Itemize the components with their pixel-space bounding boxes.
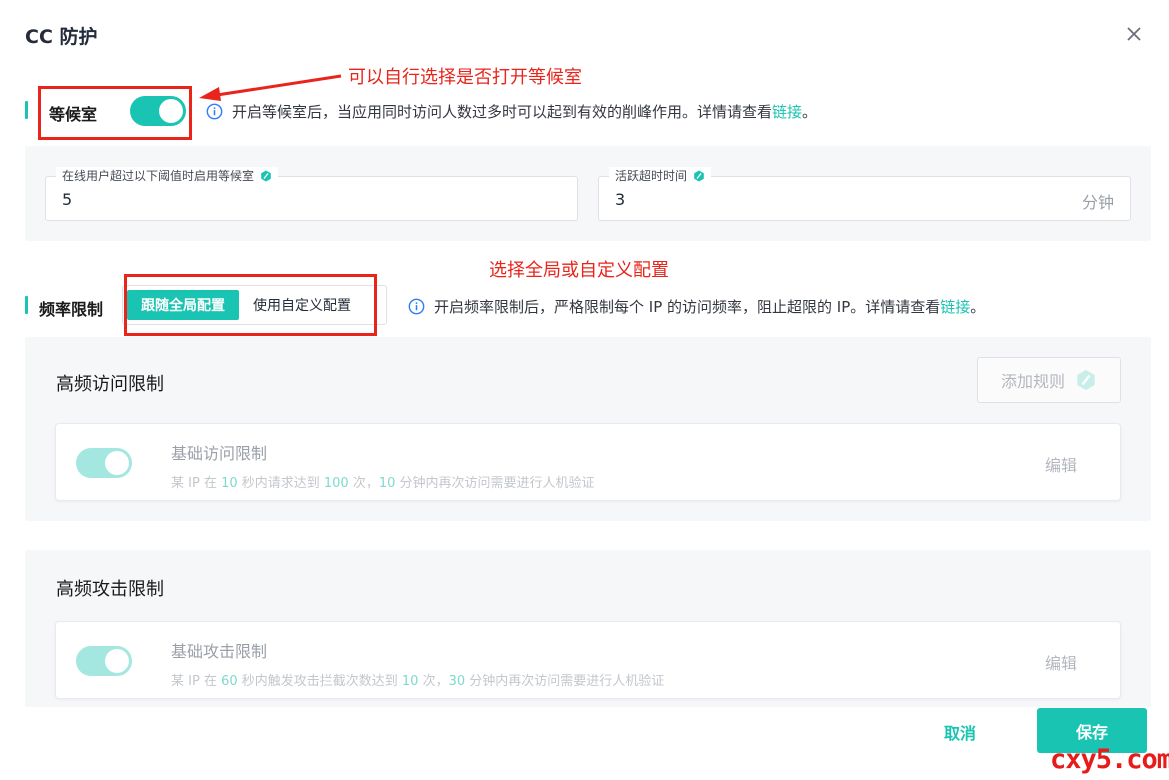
threshold-input[interactable]: 在线用户超过以下阈值时启用等候室 5 xyxy=(45,167,578,221)
waiting-room-panel: 在线用户超过以下阈值时启用等候室 5 活跃超时时间 3 分钟 xyxy=(25,146,1151,241)
attack-rule-name: 基础攻击限制 xyxy=(171,642,268,661)
rate-limit-label: 频率限制 xyxy=(39,300,104,319)
desc-text: 次， xyxy=(348,476,379,491)
info-icon xyxy=(206,103,223,120)
close-icon[interactable] xyxy=(1124,24,1144,44)
annotation-note-1: 可以自行选择是否打开等候室 xyxy=(348,67,582,88)
annotation-note-2: 选择全局或自定义配置 xyxy=(489,260,669,281)
desc-number: 10 xyxy=(221,476,238,491)
access-rule-name: 基础访问限制 xyxy=(171,444,268,463)
desc-number: 60 xyxy=(221,674,238,689)
high-freq-access-panel: 高频访问限制 添加规则 基础访问限制 某 IP 在 10 秒内请求达到 100 … xyxy=(25,337,1151,521)
threshold-field-label: 在线用户超过以下阈值时启用等候室 xyxy=(56,167,279,184)
cancel-button[interactable]: 取消 xyxy=(944,720,976,744)
details-link[interactable]: 链接 xyxy=(772,101,802,122)
info-text: 开启频率限制后，严格限制每个 IP 的访问频率，阻止超限的 IP。详情请查看 xyxy=(434,298,941,316)
timeout-input[interactable]: 活跃超时时间 3 分钟 xyxy=(598,167,1131,221)
desc-text: 次， xyxy=(418,674,449,689)
threshold-label-text: 在线用户超过以下阈值时启用等候室 xyxy=(62,169,255,183)
desc-text: 分钟内再次访问需要进行人机验证 xyxy=(465,674,665,689)
attack-rule-toggle[interactable] xyxy=(76,646,132,676)
desc-number: 10 xyxy=(378,476,396,491)
desc-text: 秒内请求达到 xyxy=(237,476,324,491)
desc-number: 10 xyxy=(401,674,419,689)
annotation-box-rate-limit xyxy=(124,274,377,336)
edit-attack-rule-link[interactable]: 编辑 xyxy=(1045,650,1077,674)
section-marker xyxy=(25,101,28,119)
desc-text: 某 IP 在 xyxy=(171,476,222,491)
access-rule-card: 基础访问限制 某 IP 在 10 秒内请求达到 100 次，10 分钟内再次访问… xyxy=(55,423,1121,501)
timeout-field-label: 活跃超时时间 xyxy=(609,167,712,184)
annotation-arrow xyxy=(199,74,342,101)
toggle-knob xyxy=(105,451,129,475)
desc-text: 秒内触发攻击拦截次数达到 xyxy=(237,674,402,689)
info-suffix: 。 xyxy=(802,103,818,121)
timeout-value: 3 xyxy=(615,190,626,209)
section-marker xyxy=(25,296,28,314)
rate-limit-info: 开启频率限制后，严格限制每个 IP 的访问频率，阻止超限的 IP。详情请查看 链… xyxy=(408,296,985,317)
dialog-title: CC 防护 xyxy=(25,26,98,48)
desc-text: 某 IP 在 xyxy=(171,674,222,689)
brand-badge-icon xyxy=(1077,370,1095,390)
info-suffix: 。 xyxy=(970,298,986,316)
add-rule-button[interactable]: 添加规则 xyxy=(977,357,1121,403)
access-rule-description: 某 IP 在 10 秒内请求达到 100 次，10 分钟内再次访问需要进行人机验… xyxy=(171,472,595,491)
info-icon xyxy=(408,298,425,315)
brand-badge-icon xyxy=(261,170,271,181)
desc-text: 分钟内再次访问需要进行人机验证 xyxy=(395,476,595,491)
desc-number: 30 xyxy=(448,674,466,689)
desc-number: 100 xyxy=(323,476,349,491)
add-rule-label: 添加规则 xyxy=(1000,372,1065,391)
threshold-value: 5 xyxy=(62,190,73,209)
high-freq-access-title: 高频访问限制 xyxy=(56,374,164,395)
annotation-box-waiting-room xyxy=(38,86,192,140)
brand-badge-icon xyxy=(694,170,704,181)
timeout-unit: 分钟 xyxy=(1081,193,1114,212)
access-rule-toggle[interactable] xyxy=(76,448,132,478)
watermark: cxy5.com xyxy=(1050,744,1169,775)
attack-rule-card: 基础攻击限制 某 IP 在 60 秒内触发攻击拦截次数达到 10 次，30 分钟… xyxy=(55,621,1121,699)
details-link[interactable]: 链接 xyxy=(940,296,970,317)
attack-rule-description: 某 IP 在 60 秒内触发攻击拦截次数达到 10 次，30 分钟内再次访问需要… xyxy=(171,670,664,689)
timeout-label-text: 活跃超时时间 xyxy=(615,169,688,183)
edit-access-rule-link[interactable]: 编辑 xyxy=(1045,452,1077,476)
high-freq-attack-title: 高频攻击限制 xyxy=(56,579,164,600)
high-freq-attack-panel: 高频攻击限制 基础攻击限制 某 IP 在 60 秒内触发攻击拦截次数达到 10 … xyxy=(25,550,1151,707)
toggle-knob xyxy=(105,649,129,673)
